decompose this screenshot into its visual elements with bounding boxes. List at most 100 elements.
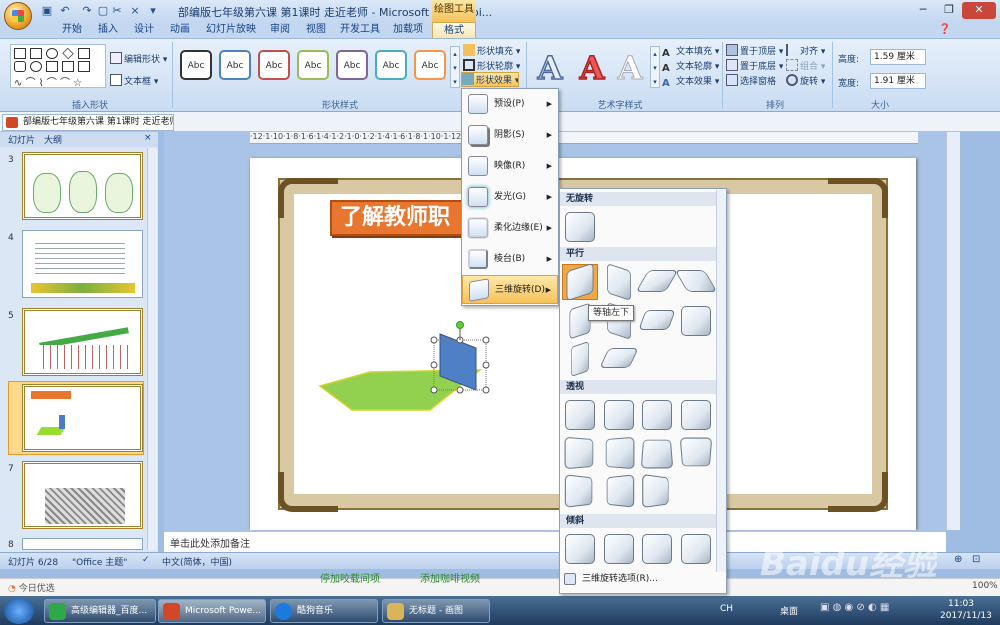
group-button[interactable]: 组合 ▾ <box>786 59 825 72</box>
rotation-parallel-9[interactable] <box>571 341 589 377</box>
wordart-white[interactable]: A <box>610 47 650 91</box>
taskbar-item[interactable]: Microsoft Powe... <box>158 599 266 623</box>
menu-item-reflection[interactable]: 映像(R) ▶ <box>462 152 558 181</box>
tab-developer[interactable]: 开发工具 <box>338 22 382 38</box>
tab-addins[interactable]: 加载项 <box>390 22 426 38</box>
style-gallery-scroll[interactable]: ▴ ▾ ▾ <box>450 46 460 88</box>
style-purple[interactable]: Abc <box>336 50 368 80</box>
close-panel-icon[interactable]: × <box>144 133 152 143</box>
help-icon[interactable]: ❓ <box>938 22 952 38</box>
rotation-perspective-2[interactable] <box>604 400 634 430</box>
rotation-oblique-2[interactable] <box>604 534 634 564</box>
menu-item-glow[interactable]: 发光(G) ▶ <box>462 183 558 212</box>
redo-icon[interactable]: ↷ <box>80 4 94 18</box>
wordart-plain[interactable]: A <box>530 47 570 91</box>
desktop-toolbar[interactable]: 桌面 <box>780 604 798 617</box>
tab-slideshow[interactable]: 幻灯片放映 <box>204 22 258 38</box>
style-aqua[interactable]: Abc <box>375 50 407 80</box>
tab-insert[interactable]: 插入 <box>94 22 122 38</box>
tab-design[interactable]: 设计 <box>130 22 158 38</box>
clock-time[interactable]: 11:03 <box>948 599 974 609</box>
spellcheck-icon[interactable]: ✓ <box>142 555 150 565</box>
browser-link[interactable]: 添加咖啡视频 <box>420 570 480 585</box>
browser-link[interactable]: 停加咬载间项 <box>320 570 380 585</box>
rotation-oblique-1[interactable] <box>565 534 595 564</box>
shape-fill-button[interactable]: 形状填充 ▾ <box>463 44 520 57</box>
menu-item-shadow[interactable]: 阴影(S) ▶ <box>462 121 558 150</box>
shape-effects-button[interactable]: 形状效果 ▾ <box>461 72 519 87</box>
rotation-none[interactable] <box>565 212 595 242</box>
tab-outline[interactable]: 大纲 <box>44 133 62 146</box>
rotation-perspective-4[interactable] <box>681 400 711 430</box>
menu-item-3d-rotation[interactable]: 三维旋转(D) ▶ <box>462 275 558 304</box>
save-icon[interactable]: ▣ <box>40 4 54 18</box>
rotation-perspective-5[interactable] <box>564 436 594 470</box>
text-box-button[interactable]: 文本框 ▾ <box>110 74 158 87</box>
taskbar-item[interactable]: 高级编辑器_百度... <box>44 599 156 623</box>
style-blue[interactable]: Abc <box>219 50 251 80</box>
undo-icon[interactable]: ↶ <box>58 4 72 18</box>
rotation-perspective-7[interactable] <box>640 439 674 469</box>
style-black[interactable]: Abc <box>180 50 212 80</box>
menu-item-bevel[interactable]: 棱台(B) ▶ <box>462 245 558 274</box>
browser-zoom[interactable]: 100% <box>972 581 998 591</box>
input-language[interactable]: CH <box>720 604 733 614</box>
text-outline-button[interactable]: A 文本轮廓 ▾ <box>662 59 719 75</box>
slide-thumbnail-4[interactable] <box>22 230 143 298</box>
wordart-gallery-scroll[interactable]: ▴ ▾ ▾ <box>650 46 660 88</box>
3d-rotation-options-link[interactable]: 三维旋转选项(R)... <box>562 572 714 588</box>
slide-shapes[interactable] <box>310 318 500 414</box>
tab-slides[interactable]: 幻灯片 <box>8 133 35 146</box>
taskbar-item[interactable]: 无标题 - 画图 <box>382 599 490 623</box>
selection-pane-button[interactable]: 选择窗格 <box>726 74 776 87</box>
minimize-button[interactable]: ─ <box>910 2 936 19</box>
rotate-button[interactable]: 旋转 ▾ <box>786 74 825 87</box>
style-orange[interactable]: Abc <box>414 50 446 80</box>
edit-shape-button[interactable]: 编辑形状 ▾ <box>110 52 167 65</box>
rotation-perspective-8[interactable] <box>679 437 713 467</box>
document-tab[interactable]: 部编版七年级第六课 第1课时 走近老师 <box>2 114 174 131</box>
slide-thumbnail-6[interactable] <box>22 384 143 452</box>
close-button[interactable]: ✕ <box>962 2 996 19</box>
fit-window-icon[interactable]: ⊡ <box>972 554 980 565</box>
rotation-oblique-3[interactable] <box>642 534 672 564</box>
quick-access-more-icon[interactable]: ▾ <box>146 4 160 18</box>
rotation-perspective-11[interactable] <box>642 473 669 509</box>
slide-thumbnail-8[interactable] <box>22 538 143 550</box>
tab-format[interactable]: 格式 <box>432 22 476 39</box>
tab-view[interactable]: 视图 <box>302 22 330 38</box>
rotation-perspective-10[interactable] <box>606 474 635 508</box>
tab-review[interactable]: 审阅 <box>266 22 294 38</box>
menu-item-preset[interactable]: 预设(P) ▶ <box>462 90 558 119</box>
panel-scrollbar[interactable] <box>147 148 157 550</box>
style-green[interactable]: Abc <box>297 50 329 80</box>
tray-icons[interactable]: ▣ ◍ ◉ ⊘ ◐ ▦ <box>820 602 916 618</box>
shape-outline-button[interactable]: 形状轮廓 ▾ <box>463 59 520 72</box>
cut-icon[interactable]: ✂ <box>110 4 124 18</box>
rotation-perspective-3[interactable] <box>642 400 672 430</box>
bring-front-button[interactable]: 置于顶层 ▾ <box>726 44 783 57</box>
shape-gallery[interactable]: ∿ ⌒ ⌇ ⌒ ⌒ ☆ <box>10 44 106 89</box>
height-input[interactable]: 1.59 厘米 <box>870 49 926 65</box>
text-fill-button[interactable]: A 文本填充 ▾ <box>662 44 719 60</box>
tab-home[interactable]: 开始 <box>58 22 86 38</box>
text-effects-button[interactable]: A 文本效果 ▾ <box>662 74 719 90</box>
wordart-red[interactable]: A <box>572 47 612 91</box>
slide-thumbnail-3[interactable] <box>22 152 143 220</box>
menu-item-soft-edges[interactable]: 柔化边缘(E) ▶ <box>462 214 558 243</box>
rotation-parallel-8[interactable] <box>681 306 711 336</box>
align-button[interactable]: 对齐 ▾ <box>786 44 825 57</box>
rotation-oblique-4[interactable] <box>681 534 711 564</box>
rotation-perspective-9[interactable] <box>564 474 593 508</box>
slide-thumbnail-5[interactable] <box>22 308 143 376</box>
rotation-perspective-6[interactable] <box>605 436 635 470</box>
tab-animation[interactable]: 动画 <box>166 22 194 38</box>
new-icon[interactable]: ▢ <box>96 4 110 18</box>
rotation-perspective-1[interactable] <box>565 400 595 430</box>
notes-placeholder[interactable]: 单击此处添加备注 <box>170 535 250 550</box>
taskbar-item[interactable]: 酷狗音乐 <box>270 599 378 623</box>
zoom-in-icon[interactable]: ⊕ <box>954 554 962 565</box>
slide-title[interactable]: 了解教师职 <box>330 200 470 236</box>
width-input[interactable]: 1.91 厘米 <box>870 73 926 89</box>
style-red[interactable]: Abc <box>258 50 290 80</box>
